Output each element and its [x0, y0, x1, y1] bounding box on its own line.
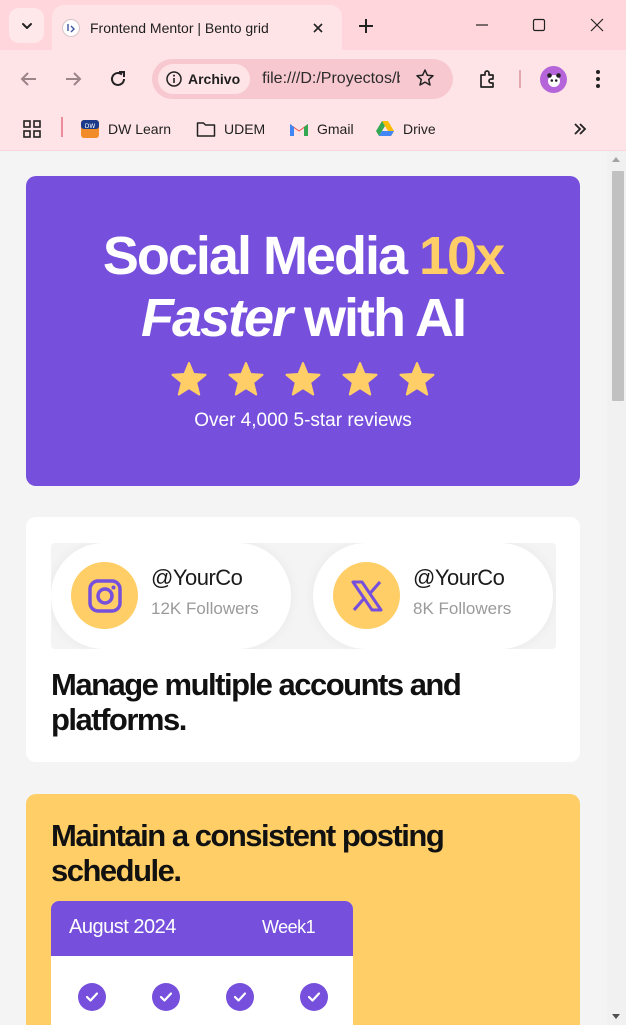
extensions-puzzle-icon[interactable] [472, 64, 502, 94]
hero-heading-rest: with AI [291, 288, 467, 348]
bookmark-drive[interactable]: Drive [375, 116, 436, 142]
account-handle: @YourCo [151, 565, 243, 590]
hero-heading-text: Social Media [102, 226, 419, 286]
instagram-icon [87, 578, 122, 613]
hero-heading-accent: 10x [419, 226, 505, 286]
schedule-card: Maintain a consistent posting schedule. … [26, 794, 580, 1025]
bookmark-label: Drive [403, 121, 436, 137]
check-circle-icon [300, 983, 328, 1011]
bookmark-label: UDEM [224, 121, 266, 137]
account-handle: @YourCo [413, 565, 505, 590]
calendar-month: August 2024 [69, 916, 176, 938]
reviews-text: Over 4,000 5-star reviews [194, 410, 412, 431]
close-tab-icon[interactable] [308, 18, 328, 38]
drive-icon [376, 121, 394, 136]
accounts-heading: Manage multiple accounts and platforms. [51, 667, 462, 737]
hero-card: Social Media 10x Faster with AI Over 4,0… [26, 176, 580, 486]
calendar-header: August 2024 Week1 [51, 901, 353, 956]
instagram-badge [71, 562, 138, 629]
bookmark-label: Gmail [317, 121, 354, 137]
calendar-week: Week1 [262, 917, 316, 937]
dw-learn-icon: DW [81, 120, 99, 138]
scroll-down-arrow-icon[interactable] [612, 1014, 620, 1019]
account-pill-instagram: @YourCo 12K Followers [51, 543, 291, 649]
x-badge [333, 562, 400, 629]
forward-arrow-icon[interactable] [58, 64, 88, 94]
more-bookmarks-icon[interactable] [572, 116, 588, 142]
hero-heading-line1: Social Media 10x [26, 226, 580, 286]
kebab-menu-icon[interactable] [583, 64, 613, 94]
tab-title: Frontend Mentor | Bento grid [90, 19, 269, 36]
gmail-icon [290, 124, 308, 136]
frontend-mentor-favicon-icon [62, 18, 80, 37]
bookmark-star-icon[interactable] [415, 68, 435, 93]
page-scrollbar[interactable] [607, 151, 626, 1025]
panda-icon [546, 72, 561, 87]
bookmark-udem[interactable]: UDEM [196, 116, 265, 142]
bookmarks-divider [61, 117, 63, 137]
rating-stars [26, 362, 580, 396]
star-icon [399, 362, 435, 396]
scroll-thumb[interactable] [612, 171, 624, 401]
bookmark-label: DW Learn [108, 121, 172, 137]
active-tab[interactable]: Frontend Mentor | Bento grid [52, 5, 342, 50]
star-icon [342, 362, 378, 396]
account-followers: 8K Followers [413, 599, 512, 618]
calendar-widget: August 2024 Week1 [51, 901, 353, 1025]
site-info-chip[interactable]: Archivo [158, 64, 251, 94]
chevron-down-icon [21, 22, 32, 29]
check-circle-icon [78, 983, 106, 1011]
star-icon [285, 362, 321, 396]
accounts-card: @YourCo 12K Followers @YourCo 8K Followe… [26, 517, 580, 762]
bookmark-gmail[interactable]: Gmail [289, 116, 354, 142]
folder-icon [196, 122, 216, 137]
tab-search-button[interactable] [9, 8, 44, 43]
reload-icon[interactable] [103, 64, 133, 94]
accounts-image: @YourCo 12K Followers @YourCo 8K Followe… [51, 543, 556, 649]
check-circle-icon [226, 983, 254, 1011]
calendar-checks [78, 983, 328, 1011]
hero-heading-line2: Faster with AI [26, 288, 580, 348]
bookmarks-bar: DW DW Learn UDEM Gmail Drive [0, 108, 626, 150]
toolbar-divider [519, 70, 521, 88]
schedule-heading: Maintain a consistent posting schedule. [51, 818, 445, 888]
apps-grid-icon[interactable] [22, 116, 42, 142]
account-followers: 12K Followers [151, 599, 259, 618]
back-arrow-icon[interactable] [14, 64, 44, 94]
star-icon [171, 362, 207, 396]
svg-text:DW: DW [85, 123, 96, 130]
address-bar[interactable]: Archivo file:///D:/Proyectos/bento-grid/… [152, 59, 453, 99]
tab-strip: Frontend Mentor | Bento grid [0, 0, 626, 50]
profile-avatar[interactable] [540, 66, 567, 93]
scroll-up-arrow-icon[interactable] [612, 157, 620, 162]
url-text[interactable]: file:///D:/Proyectos/bento-grid/index.ht… [262, 70, 400, 88]
check-circle-icon [152, 983, 180, 1011]
account-pill-x: @YourCo 8K Followers [313, 543, 553, 649]
security-chip-label: Archivo [188, 71, 241, 87]
x-logo-icon [351, 580, 382, 611]
maximize-icon[interactable] [524, 10, 554, 40]
info-icon [166, 71, 182, 87]
star-icon [228, 362, 264, 396]
hero-heading-italic: Faster [140, 288, 293, 348]
minimize-icon[interactable] [467, 10, 497, 40]
close-window-icon[interactable] [582, 10, 612, 40]
page-viewport: Social Media 10x Faster with AI Over 4,0… [0, 151, 607, 1025]
browser-toolbar: Archivo file:///D:/Proyectos/bento-grid/… [0, 50, 626, 108]
new-tab-icon[interactable] [352, 12, 380, 40]
bookmark-dw-learn[interactable]: DW DW Learn [80, 116, 171, 142]
